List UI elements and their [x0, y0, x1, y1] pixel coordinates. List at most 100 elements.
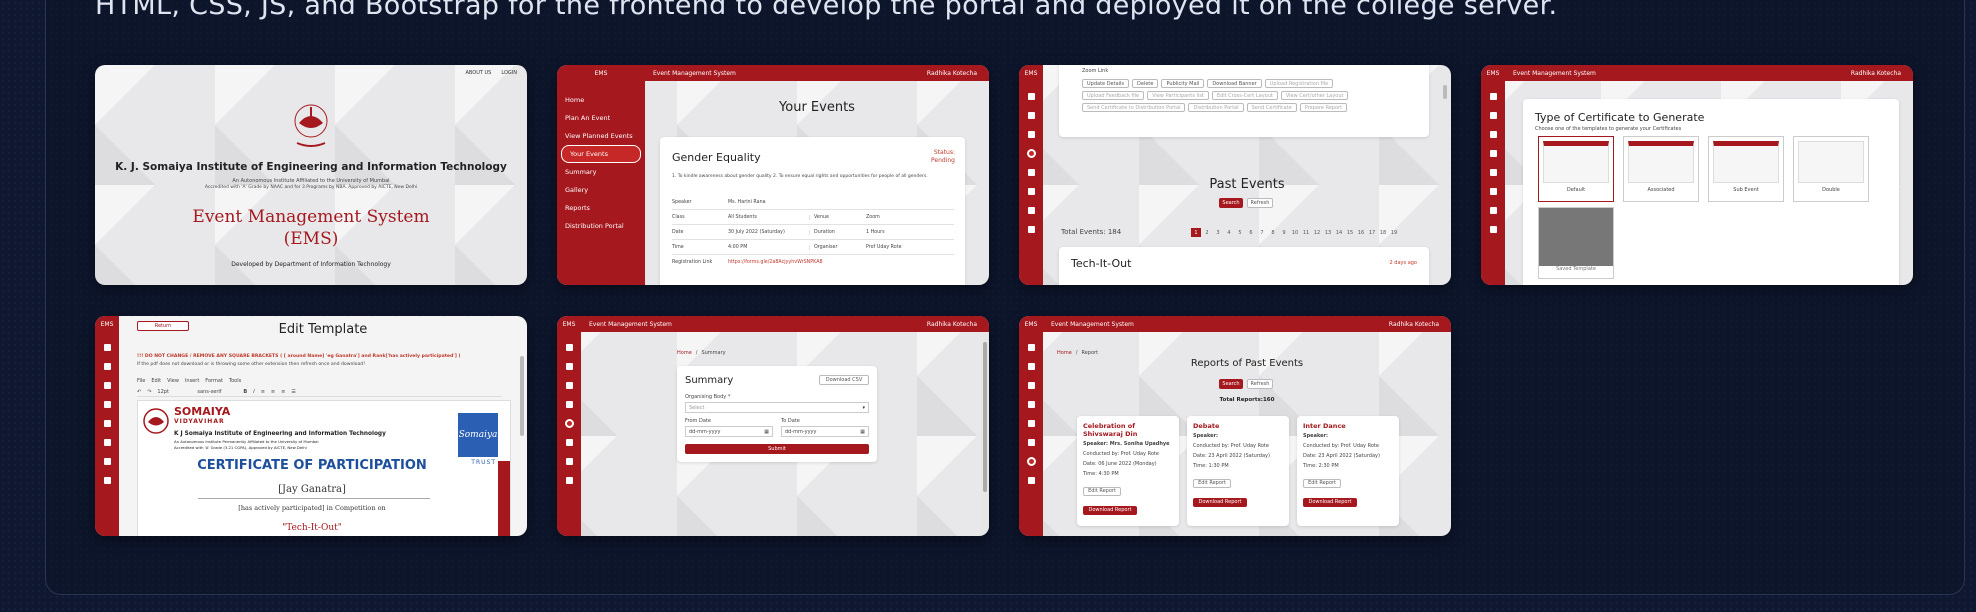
font-size-select[interactable]: 12pt: [157, 389, 191, 395]
edit-report-button[interactable]: Edit Report: [1303, 478, 1341, 488]
page-3-button[interactable]: 3: [1213, 228, 1223, 237]
distribution-icon[interactable]: [1019, 220, 1043, 239]
breadcrumb-home[interactable]: Home: [677, 350, 692, 356]
list-icon[interactable]: ☰: [291, 389, 295, 395]
summary-icon[interactable]: [1019, 414, 1043, 433]
to-date-input[interactable]: dd-mm-yyyy ▦: [781, 426, 869, 437]
undo-icon[interactable]: ↶: [137, 389, 141, 395]
page-11-button[interactable]: 11: [1301, 228, 1311, 237]
organising-body-select[interactable]: Select ▾: [685, 402, 869, 413]
download-report-button[interactable]: Download Report: [1303, 497, 1357, 507]
distribution-icon[interactable]: [1481, 220, 1505, 239]
send-certificate-button[interactable]: Send Certificate: [1246, 103, 1297, 112]
page-5-button[interactable]: 5: [1235, 228, 1245, 237]
view-participants-button[interactable]: View Participants list: [1147, 91, 1209, 100]
reports-icon[interactable]: [1481, 201, 1505, 220]
align-left-icon[interactable]: ≡: [261, 389, 265, 395]
calendar-icon[interactable]: [95, 376, 119, 395]
template-saved[interactable]: Saved Template: [1538, 207, 1614, 279]
download-banner-button[interactable]: Download Banner: [1207, 79, 1262, 88]
home-icon[interactable]: [557, 338, 581, 357]
submit-button[interactable]: Submit: [685, 444, 869, 454]
breadcrumb-home[interactable]: Home: [1057, 350, 1072, 356]
menu-file[interactable]: File: [137, 378, 145, 384]
send-to-distribution-button[interactable]: Send Certificate to Distribution Portal: [1082, 103, 1186, 112]
nav-login[interactable]: LOGIN: [501, 70, 517, 76]
page-2-button[interactable]: 2: [1202, 228, 1212, 237]
screenshot-summary[interactable]: EMS Event Management System Radhika Kote…: [557, 316, 989, 536]
template-sub-event[interactable]: Sub Event: [1708, 136, 1784, 202]
screenshot-past-events[interactable]: EMS Zoom Link Update Details Delete Publ…: [1019, 65, 1451, 285]
delete-button[interactable]: Delete: [1132, 79, 1159, 88]
gallery-icon[interactable]: [557, 433, 581, 452]
page-15-button[interactable]: 15: [1345, 228, 1355, 237]
page-10-button[interactable]: 10: [1290, 228, 1300, 237]
scrollbar[interactable]: [983, 342, 987, 492]
publicity-mail-button[interactable]: Publicity Mail: [1161, 79, 1205, 88]
refresh-button[interactable]: Refresh: [1247, 379, 1273, 389]
screenshot-reports[interactable]: EMS Event Management System Radhika Kote…: [1019, 316, 1451, 536]
scrollbar[interactable]: [520, 356, 524, 436]
from-date-input[interactable]: dd-mm-yyyy ▦: [685, 426, 773, 437]
distribution-icon[interactable]: [95, 471, 119, 490]
sidebar-item-plan[interactable]: Plan An Event: [557, 109, 645, 127]
menu-tools[interactable]: Tools: [229, 378, 241, 384]
page-8-button[interactable]: 8: [1268, 228, 1278, 237]
page-18-button[interactable]: 18: [1378, 228, 1388, 237]
gallery-icon[interactable]: [1481, 182, 1505, 201]
home-icon[interactable]: [1019, 87, 1043, 106]
screenshot-landing[interactable]: ABOUT US LOGIN K. J. Somaiya Institute o…: [95, 65, 527, 285]
distribution-icon[interactable]: [557, 471, 581, 490]
page-12-button[interactable]: 12: [1312, 228, 1322, 237]
page-16-button[interactable]: 16: [1356, 228, 1366, 237]
past-events-icon[interactable]: [1019, 144, 1043, 163]
page-1-button[interactable]: 1: [1191, 228, 1201, 237]
reports-icon[interactable]: [1019, 452, 1043, 471]
search-button[interactable]: Search: [1219, 379, 1243, 389]
summary-icon[interactable]: [557, 414, 581, 433]
user-menu[interactable]: Radhika Kotecha: [927, 70, 989, 77]
plan-icon[interactable]: [1481, 106, 1505, 125]
page-9-button[interactable]: 9: [1279, 228, 1289, 237]
calendar-icon[interactable]: [1019, 376, 1043, 395]
download-report-button[interactable]: Download Report: [1193, 497, 1247, 507]
gallery-icon[interactable]: [95, 433, 119, 452]
user-menu[interactable]: Radhika Kotecha: [927, 321, 989, 328]
edit-report-button[interactable]: Edit Report: [1193, 478, 1231, 488]
page-7-button[interactable]: 7: [1257, 228, 1267, 237]
upload-registration-button[interactable]: Upload Registration file: [1264, 79, 1334, 88]
page-19-button[interactable]: 19: [1389, 228, 1399, 237]
font-family-select[interactable]: sans-serif: [197, 389, 237, 395]
download-report-button[interactable]: Download Report: [1083, 505, 1137, 515]
refresh-button[interactable]: Refresh: [1247, 198, 1273, 208]
nav-about[interactable]: ABOUT US: [466, 70, 492, 76]
page-13-button[interactable]: 13: [1323, 228, 1333, 237]
home-icon[interactable]: [1481, 87, 1505, 106]
home-icon[interactable]: [95, 338, 119, 357]
screenshot-your-events[interactable]: EMS Event Management System Radhika Kote…: [557, 65, 989, 285]
calendar-icon[interactable]: [1019, 125, 1043, 144]
view-cert-layout-button[interactable]: View Cert/other Layout: [1280, 91, 1349, 100]
past-events-icon[interactable]: [557, 395, 581, 414]
edit-report-button[interactable]: Edit Report: [1083, 486, 1121, 496]
page-17-button[interactable]: 17: [1367, 228, 1377, 237]
gallery-icon[interactable]: [1019, 433, 1043, 452]
sidebar-item-distribution[interactable]: Distribution Portal: [557, 217, 645, 235]
summary-icon[interactable]: [1481, 163, 1505, 182]
sidebar-item-summary[interactable]: Summary: [557, 163, 645, 181]
prepare-report-button[interactable]: Prepare Report: [1299, 103, 1348, 112]
user-menu[interactable]: Radhika Kotecha: [1389, 321, 1451, 328]
page-6-button[interactable]: 6: [1246, 228, 1256, 237]
user-menu[interactable]: Radhika Kotecha: [1851, 70, 1913, 77]
template-associated[interactable]: Associated: [1623, 136, 1699, 202]
plan-icon[interactable]: [95, 357, 119, 376]
past-events-icon[interactable]: [95, 395, 119, 414]
summary-icon[interactable]: [95, 414, 119, 433]
calendar-icon[interactable]: ▦: [764, 429, 772, 435]
sidebar-item-home[interactable]: Home: [557, 91, 645, 109]
menu-edit[interactable]: Edit: [151, 378, 161, 384]
calendar-icon[interactable]: [557, 376, 581, 395]
sidebar-item-view-planned[interactable]: View Planned Events: [557, 127, 645, 145]
plan-icon[interactable]: [1019, 106, 1043, 125]
italic-icon[interactable]: I: [253, 389, 254, 395]
